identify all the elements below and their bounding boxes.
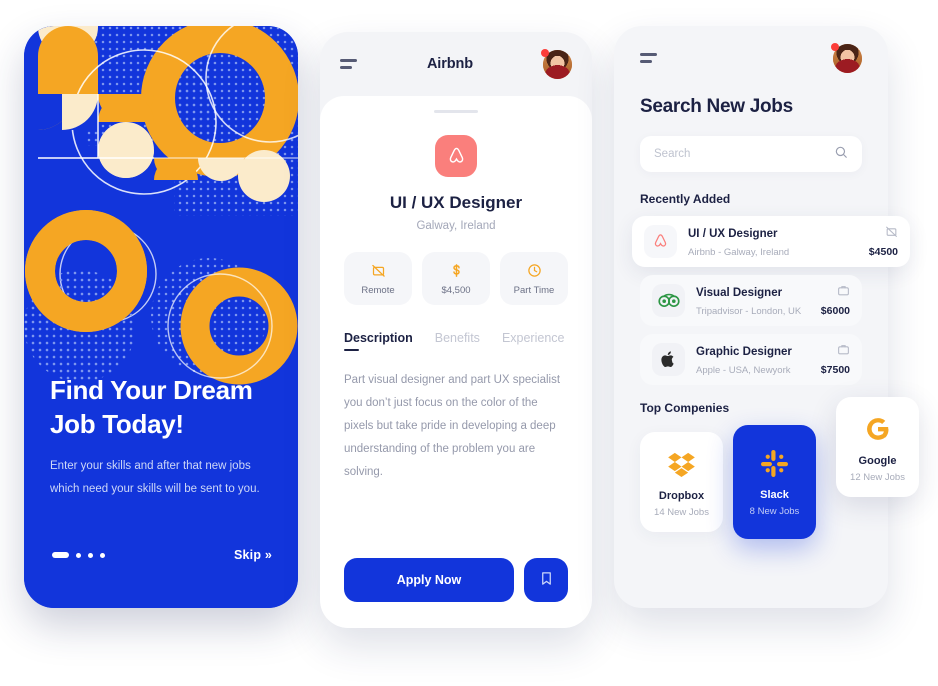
- search-input[interactable]: [654, 148, 834, 160]
- job-item-info: Graphic Designer Apple - USA, Newyork $7…: [696, 343, 850, 376]
- screenshot-canvas: Find Your Dream Job Today! Enter your sk…: [0, 0, 938, 686]
- job-item-top-row: Graphic Designer: [696, 343, 850, 361]
- apply-now-button[interactable]: Apply Now: [344, 558, 514, 602]
- detail-sheet: UI / UX Designer Galway, Ireland Remote: [320, 96, 592, 628]
- page-dot-4[interactable]: [100, 552, 105, 558]
- company-name: Google: [858, 455, 897, 467]
- bookmark-icon: [539, 571, 554, 589]
- apple-logo: [652, 343, 685, 376]
- onboarding-copy: Find Your Dream Job Today! Enter your sk…: [50, 373, 278, 500]
- job-item-pay: $4500: [868, 246, 898, 258]
- company-name: Dropbox: [658, 490, 705, 502]
- search-icon[interactable]: [834, 145, 848, 164]
- job-list-item-graphic[interactable]: Graphic Designer Apple - USA, Newyork $7…: [640, 334, 862, 385]
- airbnb-logo: [435, 135, 477, 177]
- page-indicator[interactable]: [52, 552, 105, 558]
- recently-added-heading: Recently Added: [640, 192, 731, 206]
- job-item-meta: Apple - USA, Newyork: [696, 364, 791, 376]
- job-item-pay: $7500: [820, 364, 850, 376]
- search-bar[interactable]: [640, 136, 862, 172]
- company-card-slack[interactable]: Slack 8 New Jobs: [733, 425, 816, 539]
- dropbox-logo: [644, 448, 719, 480]
- job-item-meta: Airbnb - Galway, Ireland: [688, 246, 790, 258]
- chip-salary[interactable]: $4,500: [422, 252, 490, 305]
- job-item-meta: Tripadvisor - London, UK: [696, 305, 802, 317]
- briefcase-icon: [837, 284, 850, 302]
- company-name: Slack: [760, 489, 789, 501]
- detail-actions: Apply Now: [344, 558, 568, 602]
- job-location: Galway, Ireland: [416, 220, 496, 232]
- airbnb-logo: [644, 225, 677, 258]
- phone-onboarding: Find Your Dream Job Today! Enter your sk…: [24, 26, 298, 608]
- dollar-icon: [424, 262, 488, 278]
- skip-button[interactable]: Skip »: [234, 548, 272, 562]
- job-item-title: Visual Designer: [696, 287, 783, 299]
- onboarding-title-line-1: Find Your Dream: [50, 374, 253, 405]
- onboarding-title-line-2: Job Today!: [50, 408, 184, 439]
- page-dot-2[interactable]: [76, 552, 81, 558]
- chip-schedule-label: Part Time: [513, 285, 555, 296]
- job-item-info: Visual Designer Tripadvisor - London, UK…: [696, 284, 850, 317]
- phone-search: Search New Jobs Recently Added UI /: [614, 26, 919, 608]
- company-jobs-count: 12 New Jobs: [850, 472, 905, 483]
- no-office-icon: [346, 262, 410, 278]
- top-companies-heading: Top Compenies: [640, 401, 730, 415]
- slack-logo: [737, 447, 812, 479]
- chip-remote-label: Remote: [361, 285, 395, 296]
- page-dot-3[interactable]: [88, 552, 93, 558]
- job-list: UI / UX Designer Airbnb - Galway, Irelan…: [632, 216, 910, 385]
- detail-tabs: Description Benefits Experience: [344, 331, 568, 351]
- onboarding-subtitle: Enter your skills and after that new job…: [50, 455, 278, 500]
- job-item-bottom-row: Tripadvisor - London, UK $6000: [696, 302, 850, 317]
- sheet-grabber[interactable]: [434, 110, 478, 113]
- clock-icon: [502, 262, 566, 278]
- chip-schedule[interactable]: Part Time: [500, 252, 568, 305]
- job-item-pay: $6000: [820, 305, 850, 317]
- page-title: Search New Jobs: [640, 96, 793, 117]
- job-attributes: Remote $4,500 Part Time: [344, 252, 568, 305]
- search-header: [640, 26, 862, 90]
- company-card-dropbox[interactable]: Dropbox 14 New Jobs: [640, 432, 723, 532]
- tab-experience[interactable]: Experience: [502, 331, 565, 351]
- no-office-icon: [885, 225, 898, 243]
- avatar[interactable]: [831, 42, 862, 73]
- job-item-title: Graphic Designer: [696, 346, 792, 358]
- onboarding-subtitle-line-2: which need your skills will be sent to y…: [50, 482, 260, 495]
- google-logo: [840, 413, 915, 445]
- job-list-item-uiux[interactable]: UI / UX Designer Airbnb - Galway, Irelan…: [632, 216, 910, 267]
- onboarding-subtitle-line-1: Enter your skills and after that new job…: [50, 460, 251, 473]
- hamburger-icon[interactable]: [340, 59, 357, 69]
- job-item-bottom-row: Airbnb - Galway, Ireland $4500: [688, 243, 898, 258]
- onboarding-footer: Skip »: [52, 548, 272, 562]
- company-card-google[interactable]: Google 12 New Jobs: [836, 397, 919, 497]
- notification-badge-icon: [831, 42, 839, 51]
- job-title: UI / UX Designer: [389, 193, 523, 212]
- company-jobs-count: 8 New Jobs: [749, 506, 800, 517]
- briefcase-icon: [837, 343, 850, 361]
- tripadvisor-logo: [652, 284, 685, 317]
- onboarding-title: Find Your Dream Job Today!: [50, 373, 278, 442]
- job-list-item-visual[interactable]: Visual Designer Tripadvisor - London, UK…: [640, 275, 862, 326]
- chip-salary-label: $4,500: [441, 285, 471, 296]
- job-item-title: UI / UX Designer: [688, 228, 778, 240]
- tab-description[interactable]: Description: [344, 331, 413, 351]
- job-description: Part visual designer and part UX special…: [344, 374, 561, 478]
- page-dot-1[interactable]: [52, 552, 69, 558]
- phone-job-detail: Airbnb UI / UX Designer Galway, Ireland: [320, 32, 592, 628]
- hamburger-icon[interactable]: [640, 53, 657, 63]
- chip-remote[interactable]: Remote: [344, 252, 412, 305]
- job-item-top-row: Visual Designer: [696, 284, 850, 302]
- bookmark-button[interactable]: [524, 558, 568, 602]
- geometric-pattern: [24, 26, 298, 608]
- detail-header: Airbnb: [320, 32, 592, 96]
- job-item-top-row: UI / UX Designer: [688, 225, 898, 243]
- job-item-bottom-row: Apple - USA, Newyork $7500: [696, 361, 850, 376]
- detail-header-title: Airbnb: [426, 56, 474, 72]
- tab-benefits[interactable]: Benefits: [435, 331, 480, 351]
- notification-badge-icon: [541, 48, 549, 57]
- avatar[interactable]: [541, 48, 572, 79]
- company-list: Dropbox 14 New Jobs Slack 8 New Jobs Goo…: [640, 397, 919, 539]
- company-jobs-count: 14 New Jobs: [654, 507, 709, 518]
- job-item-info: UI / UX Designer Airbnb - Galway, Irelan…: [688, 225, 898, 258]
